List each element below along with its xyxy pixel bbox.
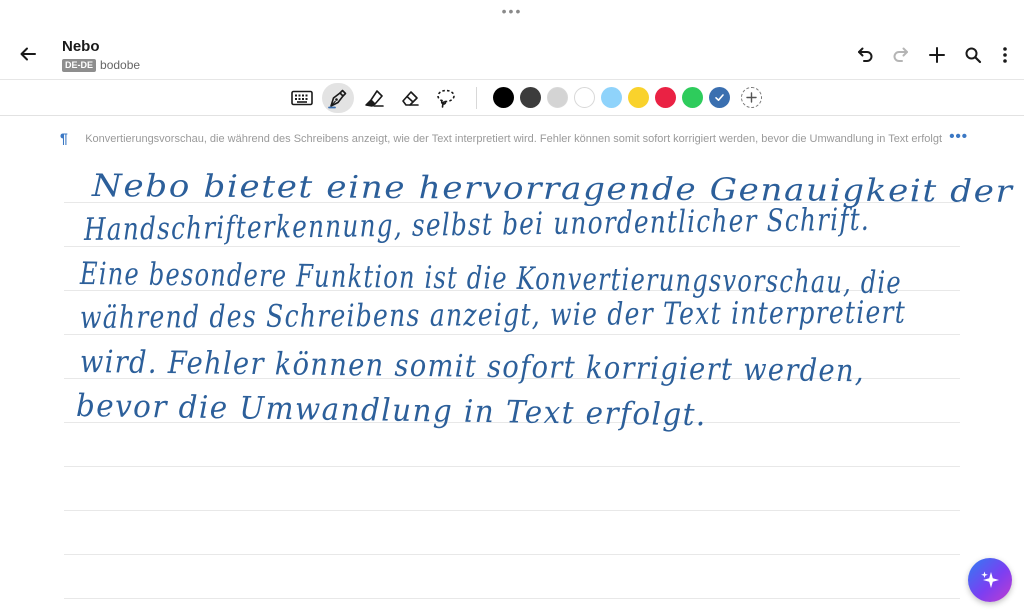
more-vertical-icon [1003, 47, 1007, 63]
undo-button[interactable] [852, 42, 878, 68]
lasso-tool[interactable] [430, 83, 462, 113]
color-swatch[interactable] [547, 87, 568, 108]
color-palette [490, 87, 733, 108]
color-swatch[interactable] [520, 87, 541, 108]
conversion-preview-text: Nebo bietet eine hervorragende Genauigke… [82, 133, 942, 145]
plus-icon [746, 92, 757, 103]
plus-icon [929, 47, 945, 63]
color-swatch[interactable] [655, 87, 676, 108]
notebook-name: bodobe [100, 58, 141, 72]
highlighter-icon [365, 89, 384, 107]
assistant-button[interactable] [968, 558, 1012, 602]
color-swatch[interactable] [493, 87, 514, 108]
toolbar-separator [476, 86, 477, 109]
pen-icon [328, 89, 347, 108]
paragraph-icon: ¶ [60, 130, 68, 146]
redo-icon [893, 47, 908, 62]
eraser-tool[interactable] [394, 83, 426, 113]
lasso-icon [437, 89, 455, 108]
highlighter-tool[interactable] [358, 83, 390, 113]
keyboard-tool[interactable] [286, 83, 318, 113]
eraser-icon [402, 90, 419, 106]
preview-more-button[interactable]: ••• [949, 128, 968, 145]
page-title: Nebo [62, 38, 100, 55]
color-swatch[interactable] [628, 87, 649, 108]
handwriting-line: Handschrifterkennung, selbst bei unorden… [83, 201, 871, 248]
sparkle-icon [981, 571, 999, 588]
handwriting-line: bevor die Umwandlung in Text erfolgt. [75, 388, 707, 434]
search-button[interactable] [960, 42, 986, 68]
color-swatch[interactable] [709, 87, 730, 108]
more-options-button[interactable] [996, 42, 1014, 68]
handwriting-line: wird. Fehler können somit sofort korrigi… [79, 344, 866, 390]
add-color-button[interactable] [741, 87, 762, 108]
writing-canvas[interactable]: Nebo bietet eine hervorragende Genauigke… [0, 150, 1024, 614]
search-icon [965, 47, 982, 64]
handwriting-line: während des Schreibens anzeigt, wie der … [79, 294, 907, 336]
document-subtitle: DE-DE bodobe [62, 58, 140, 72]
color-swatch[interactable] [601, 87, 622, 108]
redo-button[interactable] [888, 42, 914, 68]
tool-bar [0, 80, 1024, 116]
undo-icon [858, 47, 873, 62]
handwriting-line: Nebo bietet eine hervorragende Genauigke… [91, 168, 1014, 210]
pen-tool[interactable] [322, 82, 354, 113]
handwriting-line: Eine besondere Funktion ist die Konverti… [79, 256, 902, 302]
arrow-left-icon [20, 47, 36, 61]
language-badge: DE-DE [62, 58, 97, 72]
check-icon [715, 94, 724, 101]
add-button[interactable] [924, 42, 950, 68]
keyboard-icon [291, 90, 313, 105]
app-header: Nebo DE-DE bodobe [0, 30, 1024, 80]
color-swatch[interactable] [574, 87, 595, 108]
color-swatch[interactable] [682, 87, 703, 108]
document-title-block: Nebo DE-DE bodobe [62, 38, 140, 72]
conversion-preview-bar[interactable]: ¶ Nebo bietet eine hervorragende Genauig… [58, 128, 968, 150]
back-button[interactable] [14, 40, 42, 68]
handwriting-area: Nebo bietet eine hervorragende Genauigke… [0, 150, 1024, 614]
header-actions [852, 42, 1014, 68]
window-grabber[interactable]: ••• [0, 4, 1024, 18]
